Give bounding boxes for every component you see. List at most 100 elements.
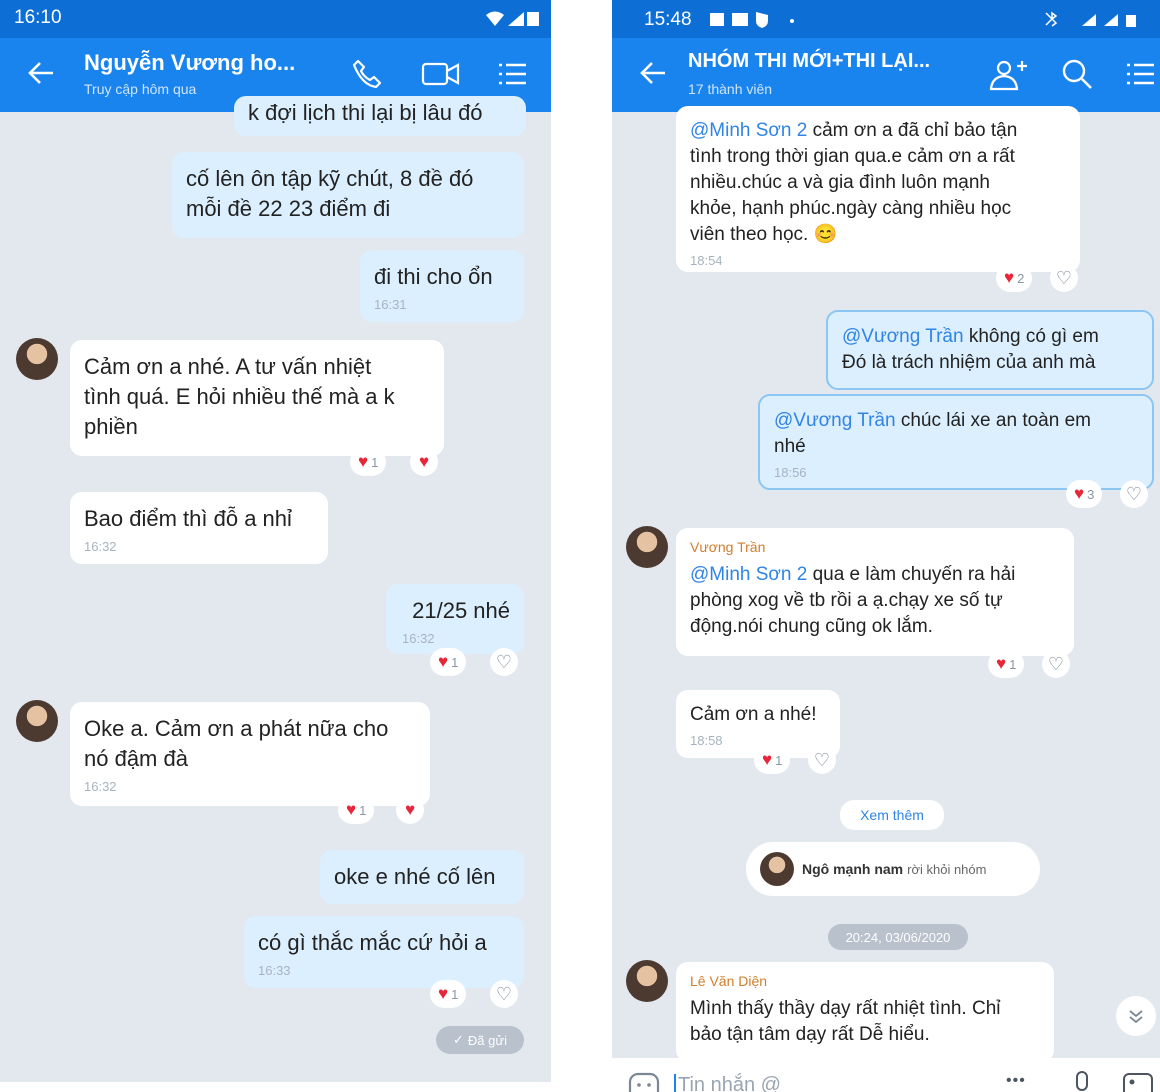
message-text: đi thi cho ổn <box>374 264 493 289</box>
system-notice: Ngô mạnh nam rời khỏi nhóm <box>746 842 1040 896</box>
image-icon[interactable] <box>1122 1072 1156 1092</box>
message-input-bar: Tin nhắn @ ••• <box>612 1058 1160 1092</box>
sent-status-badge: ✓ Đã gửi <box>436 1026 524 1054</box>
heart-outline-icon: ♡ <box>813 749 831 770</box>
sender-name[interactable]: Vương Trần <box>690 536 1060 558</box>
system-action-text: rời khỏi nhóm <box>907 861 987 877</box>
reaction-button[interactable]: ♥ <box>410 448 438 476</box>
message-bubble[interactable]: đi thi cho ổn 16:31 <box>360 250 524 322</box>
reaction-count[interactable]: ♥ 2 <box>996 264 1033 292</box>
reaction-button[interactable]: ♡ <box>490 648 518 676</box>
mention-link[interactable]: @Minh Sơn 2 <box>690 120 807 141</box>
heart-outline-icon: ♡ <box>1047 653 1065 674</box>
message-bubble[interactable]: oke e nhé cố lên <box>320 850 524 904</box>
status-time: 16:10 <box>14 7 62 28</box>
chat-title[interactable]: Nguyễn Vương ho... <box>84 50 295 76</box>
avatar[interactable] <box>16 700 58 742</box>
message-bubble[interactable]: có gì thắc mắc cứ hỏi a 16:33 <box>244 916 524 988</box>
mic-icon[interactable] <box>1072 1070 1092 1092</box>
reaction-button[interactable]: ♡ <box>1042 650 1070 678</box>
sender-name[interactable]: Lê Văn Diện <box>690 970 1040 992</box>
menu-list-icon[interactable] <box>1124 57 1158 91</box>
back-arrow-icon[interactable] <box>638 58 668 88</box>
menu-list-icon[interactable] <box>496 57 530 91</box>
heart-icon: ♥ <box>418 452 430 471</box>
message-time: 16:32 <box>84 539 117 554</box>
message-time: 16:31 <box>374 297 407 312</box>
reaction-count[interactable]: ♥ 1 <box>338 796 375 824</box>
message-bubble[interactable]: Lê Văn Diện Mình thấy thầy dạy rất nhiệt… <box>676 962 1054 1062</box>
message-text: k đợi lịch thi lại bị lâu đó <box>248 100 483 125</box>
reaction-button[interactable]: ♡ <box>1120 480 1148 508</box>
reaction-button[interactable]: ♥ <box>396 796 424 824</box>
add-member-icon[interactable] <box>988 57 1032 93</box>
message-bubble[interactable]: @Minh Sơn 2 cảm ơn a đã chỉ bảo tận tình… <box>676 106 1080 272</box>
message-bubble[interactable]: @Vương Trần chúc lái xe an toàn em nhé 1… <box>758 394 1154 490</box>
reaction-count-value: 3 <box>1087 486 1095 502</box>
heart-icon: ♥ <box>762 750 773 769</box>
reaction-count[interactable]: ♥ 1 <box>988 650 1025 678</box>
group-title[interactable]: NHÓM THI MỚI+THI LẠI... <box>688 50 930 73</box>
group-member-count: 17 thành viên <box>688 81 773 97</box>
message-bubble[interactable]: Vương Trần @Minh Sơn 2 qua e làm chuyến … <box>676 528 1074 656</box>
message-text: @Vương Trần chúc lái xe an toàn em nhé <box>774 408 1138 460</box>
bottom-strip <box>0 1082 551 1092</box>
mention-link[interactable]: @Vương Trần <box>842 326 964 347</box>
avatar[interactable] <box>626 526 668 568</box>
search-icon[interactable] <box>1060 57 1094 91</box>
message-text: cố lên ôn tập kỹ chút, 8 đề đó mỗi đề 22… <box>186 166 474 221</box>
message-input[interactable]: Tin nhắn @ <box>674 1072 781 1092</box>
mention-link[interactable]: @Minh Sơn 2 <box>690 564 807 585</box>
message-bubble[interactable]: @Vương Trần không có gì em Đó là trách n… <box>826 310 1154 390</box>
message-text: Oke a. Cảm ơn a phát nữa cho nó đậm đà <box>84 716 389 771</box>
emoji-icon[interactable] <box>628 1072 662 1092</box>
reaction-count[interactable]: ♥ 1 <box>754 746 791 774</box>
reaction-count[interactable]: ♥ 1 <box>350 448 387 476</box>
system-member-name[interactable]: Ngô mạnh nam <box>802 861 903 877</box>
mention-link[interactable]: @Vương Trần <box>774 410 896 431</box>
avatar[interactable] <box>16 338 58 380</box>
reaction-count-value: 1 <box>371 454 379 470</box>
reaction-button[interactable]: ♡ <box>808 746 836 774</box>
message-bubble[interactable]: cố lên ôn tập kỹ chút, 8 đề đó mỗi đề 22… <box>172 152 524 238</box>
message-bubble[interactable]: Oke a. Cảm ơn a phát nữa cho nó đậm đà 1… <box>70 702 430 806</box>
message-bubble[interactable]: Bao điểm thì đỗ a nhỉ 16:32 <box>70 492 328 564</box>
status-icons-right <box>1045 11 1136 27</box>
message-text: Mình thấy thầy dạy rất nhiệt tình. Chỉ b… <box>690 998 1001 1045</box>
reaction-count-value: 1 <box>359 802 367 818</box>
status-bar: 16:10 <box>0 0 551 38</box>
heart-icon: ♥ <box>346 800 357 819</box>
message-text: 21/25 nhé <box>412 598 510 623</box>
reaction-button[interactable]: ♡ <box>490 980 518 1008</box>
heart-icon: ♥ <box>358 452 369 471</box>
reaction-count[interactable]: ♥ 1 <box>430 980 467 1008</box>
sent-label: Đã gửi <box>467 1032 507 1048</box>
heart-icon: ♥ <box>1004 268 1015 287</box>
heart-outline-icon: ♡ <box>495 651 513 672</box>
video-call-icon[interactable] <box>420 57 462 91</box>
heart-outline-icon: ♡ <box>495 983 513 1004</box>
reaction-count-value: 1 <box>451 986 459 1002</box>
reaction-count[interactable]: ♥ 3 <box>1066 480 1103 508</box>
more-options-button[interactable]: ••• <box>1006 1072 1026 1090</box>
phone-icon[interactable] <box>350 57 384 91</box>
reaction-count-value: 1 <box>1009 656 1017 672</box>
message-bubble[interactable]: k đợi lịch thi lại bị lâu đó <box>234 96 526 136</box>
see-more-button[interactable]: Xem thêm <box>840 800 944 830</box>
message-bubble[interactable]: 21/25 nhé 16:32 <box>386 584 524 654</box>
reaction-button[interactable]: ♡ <box>1050 264 1078 292</box>
message-text: Cảm ơn a nhé. A tư vấn nhiệt tình quá. E… <box>84 354 395 439</box>
avatar <box>760 852 794 886</box>
avatar[interactable] <box>626 960 668 1002</box>
message-bubble[interactable]: Cảm ơn a nhé. A tư vấn nhiệt tình quá. E… <box>70 340 444 456</box>
reaction-count[interactable]: ♥ 1 <box>430 648 467 676</box>
status-time: 15:48 <box>644 9 692 30</box>
scroll-down-button[interactable] <box>1116 996 1156 1036</box>
back-arrow-icon[interactable] <box>26 58 56 88</box>
status-icons <box>710 12 794 28</box>
message-time: 18:58 <box>690 733 723 748</box>
message-text: Cảm ơn a nhé! <box>690 704 817 725</box>
status-bar: 15:48 <box>612 0 1160 38</box>
chat-header: NHÓM THI MỚI+THI LẠI... 17 thành viên <box>612 38 1160 112</box>
message-time: 16:32 <box>402 631 435 646</box>
